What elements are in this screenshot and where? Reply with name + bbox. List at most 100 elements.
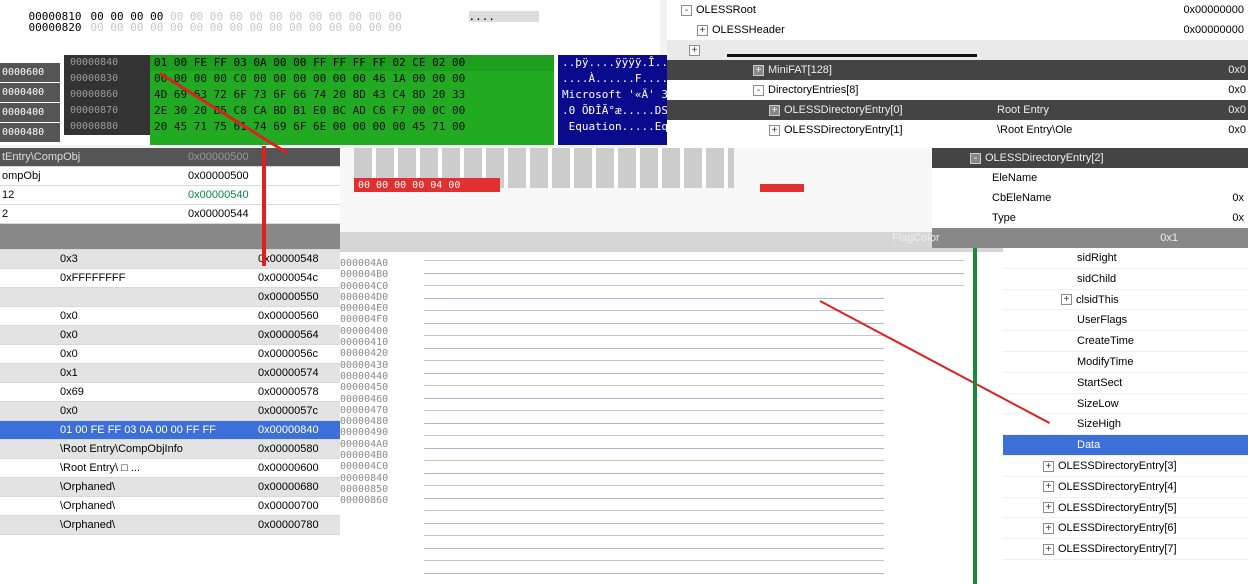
hex-line — [424, 385, 884, 386]
expand-icon[interactable]: + — [689, 44, 700, 56]
hex-line — [424, 285, 964, 286]
cell-offset: 0x00000560 — [258, 310, 319, 322]
tree-node-olessdirectoryentry-5-[interactable]: + OLESSDirectoryEntry[5] — [1003, 498, 1248, 519]
table-row[interactable]: 0x0 0x00000564 — [0, 326, 340, 345]
mid-tree[interactable]: - OLESSDirectoryEntry[2] EleName CbEleNam… — [892, 148, 1248, 248]
tree-node-glitched[interactable]: + — [667, 40, 1248, 60]
hex-byte-row[interactable]: 01 00 FE FF 03 0A 00 00 FF FF FF FF 02 C… — [150, 55, 554, 71]
tree-leaf-type[interactable]: Type 0x — [932, 208, 1248, 228]
table-row[interactable]: ompObj 0x00000500 — [0, 167, 340, 186]
table-row[interactable]: 0xFFFFFFFF 0x0000054c — [0, 269, 340, 288]
expand-icon[interactable]: + — [1043, 543, 1054, 555]
tree-node-label: sidRight — [1077, 252, 1117, 264]
collapse-icon[interactable]: - — [753, 84, 764, 96]
outer-offset: 0000480 — [0, 123, 60, 143]
cell-offset: 0x00000500 — [188, 151, 249, 163]
tree-node-sizelow[interactable]: SizeLow — [1003, 394, 1248, 415]
table-row[interactable]: \Root Entry\CompObjInfo 0x00000580 — [0, 440, 340, 459]
tree-node-modifytime[interactable]: ModifyTime — [1003, 352, 1248, 373]
expand-icon[interactable]: + — [697, 24, 708, 36]
hex-offset: 00000490 — [340, 427, 389, 439]
tree-leaf-cbelename[interactable]: CbEleName 0x — [932, 188, 1248, 208]
structure-tree-top[interactable]: - OLESSRoot 0x00000000 + OLESSHeader 0x000… — [667, 0, 1248, 148]
table-row[interactable]: \Orphaned\ 0x00000780 — [0, 516, 340, 535]
field-table[interactable]: tEntry\CompObj 0x00000500 ompObj 0x00000… — [0, 148, 340, 584]
expand-icon[interactable]: + — [1061, 294, 1072, 306]
table-body[interactable]: 0x3 0x00000548 0xFFFFFFFF 0x0000054c 0x00000… — [0, 250, 340, 535]
hex-bytes-block[interactable]: 01 00 FE FF 03 0A 00 00 FF FF FF FF 02 C… — [150, 55, 554, 145]
tree-node-sidchild[interactable]: sidChild — [1003, 269, 1248, 290]
expand-icon[interactable]: + — [769, 124, 780, 136]
tree-node-entry-1[interactable]: + OLESSDirectoryEntry[1] \Root Entry\Ole … — [667, 120, 1248, 140]
tree-node-minifat[interactable]: + MiniFAT[128] 0x0 — [667, 60, 1248, 80]
table-row[interactable]: 0x0 0x0000056c — [0, 345, 340, 364]
expand-icon[interactable]: + — [1043, 522, 1054, 534]
table-row[interactable]: \Orphaned\ 0x00000700 — [0, 497, 340, 516]
hex-offset: 000004B0 — [340, 450, 389, 462]
tree-leaf-elename[interactable]: EleName — [932, 168, 1248, 188]
tree-node-label: OLESSHeader — [712, 24, 785, 36]
expand-icon[interactable]: + — [1043, 502, 1054, 514]
tree-node-directory-entries[interactable]: - DirectoryEntries[8] 0x0 — [667, 80, 1248, 100]
tree-node-olessdirectoryentry-7-[interactable]: + OLESSDirectoryEntry[7] — [1003, 539, 1248, 560]
table-row[interactable]: 0x69 0x00000578 — [0, 383, 340, 402]
hex-row[interactable]: 00000810 00 00 00 00 00 00 00 00 00 00 00… — [0, 0, 660, 22]
cell-name: ompObj — [2, 170, 41, 182]
expand-icon[interactable]: + — [1043, 460, 1054, 472]
green-divider — [973, 248, 977, 584]
cell-offset: 0x00000540 — [188, 189, 249, 201]
tree-node-createtime[interactable]: CreateTime — [1003, 331, 1248, 352]
collapse-icon[interactable]: - — [970, 152, 981, 164]
outer-offset: 0000400 — [0, 103, 60, 123]
table-row[interactable]: 0x0 0x00000560 — [0, 307, 340, 326]
table-row[interactable]: 0x3 0x00000548 — [0, 250, 340, 269]
tree-leaf-flagcolor[interactable]: FlagColor 0x1 — [892, 228, 1248, 248]
tree-node-clsidthis[interactable]: + clsidThis — [1003, 290, 1248, 311]
tree-node-data[interactable]: Data — [1003, 435, 1248, 456]
hex-line — [424, 397, 884, 399]
hex-view-top[interactable]: 00000810 00 00 00 00 00 00 00 00 00 00 00… — [0, 0, 660, 55]
table-row[interactable]: 0x1 0x00000574 — [0, 364, 340, 383]
hex-offset: 000004B0 — [340, 269, 389, 281]
expand-icon[interactable]: + — [753, 64, 764, 76]
tree-node-olessheader[interactable]: + OLESSHeader 0x00000000 — [667, 20, 1248, 40]
table-row[interactable]: \Root Entry\ □ ... 0x00000600 — [0, 459, 340, 478]
inner-offset: 00000840 — [70, 57, 119, 68]
hex-view-main[interactable]: 00 00 00 00 04 00 000004A0 000004B0 000004… — [340, 148, 1003, 584]
hex-byte-row[interactable]: 20 45 71 75 61 74 69 6F 6E 00 00 00 00 4… — [150, 119, 554, 135]
table-row[interactable]: 0x0 0x0000057c — [0, 402, 340, 421]
collapse-icon[interactable]: - — [681, 4, 692, 16]
tree-node-label: ModifyTime — [1077, 355, 1134, 368]
expand-icon[interactable]: + — [1043, 481, 1054, 493]
tree-node-startsect[interactable]: StartSect — [1003, 373, 1248, 394]
table-row[interactable]: 2 0x00000544 — [0, 205, 340, 224]
tree-node-entry-2[interactable]: - OLESSDirectoryEntry[2] — [932, 148, 1248, 168]
hex-byte-row[interactable]: 4D 69 63 72 6F 73 6F 66 74 20 8D 43 C4 8… — [150, 87, 554, 103]
hex-byte-row[interactable]: 00 00 00 00 C0 00 00 00 00 00 00 46 1A 0… — [150, 71, 554, 87]
table-row[interactable]: 12 0x00000540 — [0, 186, 340, 205]
tree-node-sidright[interactable]: sidRight — [1003, 248, 1248, 269]
table-row[interactable]: 01 00 FE FF 03 0A 00 00 FF FF 0x00000840 — [0, 421, 340, 440]
cell-name: tEntry\CompObj — [2, 151, 81, 163]
table-row[interactable]: tEntry\CompObj 0x00000500 — [0, 148, 340, 167]
hex-offset: 00000470 — [340, 404, 389, 416]
expand-icon[interactable]: + — [769, 104, 780, 116]
tree-node-olessdirectoryentry-4-[interactable]: + OLESSDirectoryEntry[4] — [1003, 477, 1248, 498]
tree-node-extra: \Root Entry\Ole — [997, 124, 1073, 136]
hex-line — [424, 522, 884, 524]
tree-node-entry-0[interactable]: + OLESSDirectoryEntry[0] Root Entry 0x0 — [667, 100, 1248, 120]
table-header-glitch — [0, 224, 340, 250]
red-vertical-line — [262, 146, 266, 266]
table-row[interactable]: 0x00000550 — [0, 288, 340, 307]
cell-offset: 0x0000057c — [258, 405, 318, 417]
inner-offset: 00000870 — [70, 105, 119, 116]
tree-node-olessdirectoryentry-6-[interactable]: + OLESSDirectoryEntry[6] — [1003, 518, 1248, 540]
hex-offset: 00000420 — [340, 348, 389, 360]
table-row[interactable]: \Orphaned\ 0x00000680 — [0, 478, 340, 497]
tree-node-userflags[interactable]: UserFlags — [1003, 310, 1248, 332]
hex-line — [424, 322, 884, 324]
tree-node-olessdirectoryentry-3-[interactable]: + OLESSDirectoryEntry[3] — [1003, 456, 1248, 477]
tree-node-olessroot[interactable]: - OLESSRoot 0x00000000 — [667, 0, 1248, 20]
cell-offset: 0x00000544 — [188, 208, 249, 220]
inner-hex-view[interactable]: 0000600 0000400 0000400 0000480 00000840… — [0, 55, 700, 145]
